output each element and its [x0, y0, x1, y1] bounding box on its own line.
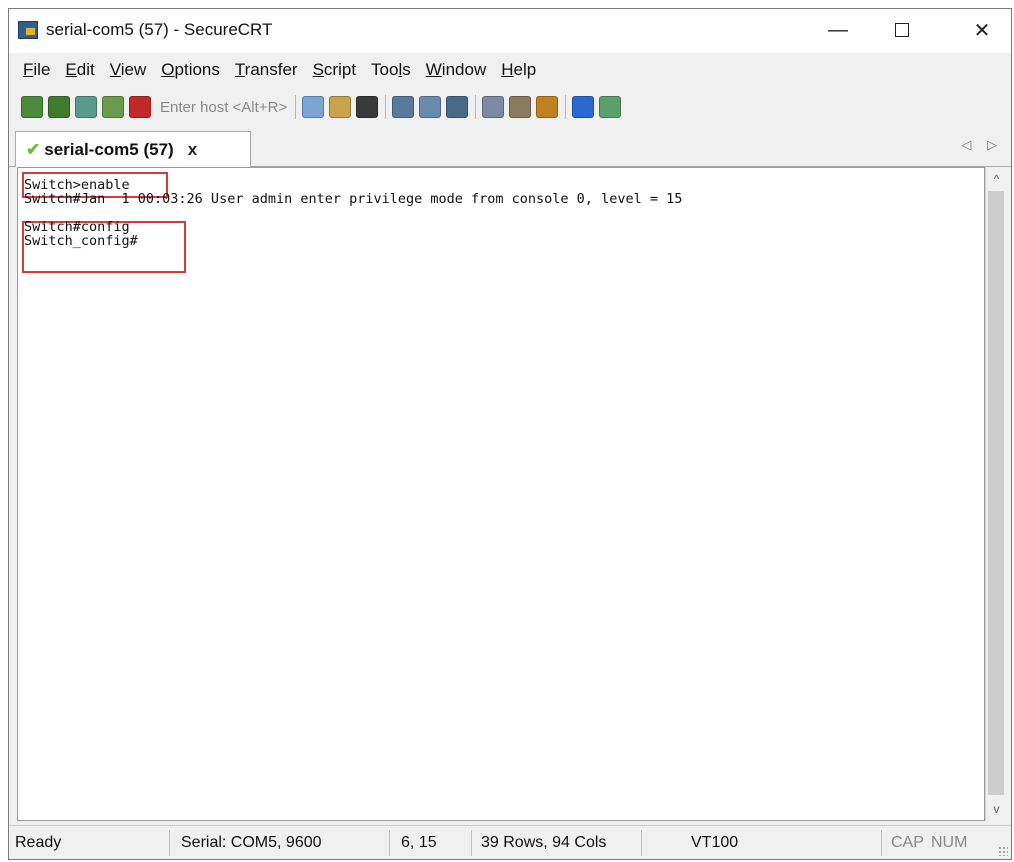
- tab-bar: ✔ serial-com5 (57) x ◁ ▷: [9, 127, 1011, 167]
- tab-label: serial-com5 (57): [44, 139, 174, 159]
- print-setup-icon[interactable]: [392, 96, 415, 118]
- maximize-icon: [895, 23, 909, 37]
- menu-bar: File Edit View Options Transfer Script Tools Wi…: [9, 53, 1011, 87]
- window-title: serial-com5 (57) - SecureCRT: [46, 20, 273, 39]
- status-num-lock: NUM: [931, 834, 968, 851]
- tab-scroll-arrows-icon[interactable]: ◁ ▷: [961, 137, 1003, 153]
- status-divider: [169, 830, 170, 856]
- scroll-down-arrow-icon[interactable]: v: [986, 799, 1007, 819]
- paste-icon[interactable]: [329, 96, 352, 118]
- connect-tab-icon[interactable]: [75, 96, 97, 118]
- print-icon[interactable]: [446, 96, 469, 118]
- maximize-button[interactable]: [879, 14, 925, 46]
- terminal-line: Switch#config: [24, 219, 130, 235]
- enter-host-input[interactable]: Enter host <Alt+R>: [160, 99, 287, 116]
- menu-view[interactable]: View: [110, 60, 147, 80]
- toolbar-separator: [295, 95, 297, 119]
- menu-help[interactable]: Help: [501, 60, 536, 80]
- terminal-area[interactable]: Switch>enable Switch#Jan 1 00:03:26 User …: [17, 167, 985, 821]
- connected-check-icon: ✔: [26, 139, 41, 159]
- menu-options[interactable]: Options: [161, 60, 220, 80]
- disconnect-icon[interactable]: [129, 96, 151, 118]
- global-options-icon[interactable]: [509, 96, 532, 118]
- status-caps-lock: CAP: [891, 834, 924, 851]
- scroll-up-arrow-icon[interactable]: ^: [986, 169, 1007, 189]
- minimize-button[interactable]: —: [815, 14, 861, 46]
- keymap-icon[interactable]: [536, 96, 559, 118]
- securecrt-window: serial-com5 (57) - SecureCRT — ✕ File Edi…: [8, 8, 1012, 860]
- menu-script[interactable]: Script: [313, 60, 356, 80]
- toolbar-separator: [475, 95, 477, 119]
- find-icon[interactable]: [356, 96, 379, 118]
- menu-transfer[interactable]: Transfer: [235, 60, 298, 80]
- menu-file[interactable]: File: [23, 60, 50, 80]
- terminal-line: Switch_config#: [24, 233, 138, 249]
- session-options-icon[interactable]: [482, 96, 505, 118]
- status-divider: [641, 830, 642, 856]
- menu-tools[interactable]: Tools: [371, 60, 411, 80]
- copy-icon[interactable]: [302, 96, 325, 118]
- tab-serial-com5[interactable]: ✔ serial-com5 (57) x: [15, 131, 251, 167]
- vertical-scrollbar[interactable]: ^ v: [985, 167, 1007, 821]
- status-emulation: VT100: [691, 834, 739, 851]
- status-cursor-position: 6, 15: [401, 834, 437, 851]
- status-terminal-size: 39 Rows, 94 Cols: [481, 834, 607, 851]
- toolbar-separator: [565, 95, 567, 119]
- status-ready: Ready: [15, 834, 62, 851]
- close-button[interactable]: ✕: [959, 14, 1005, 46]
- reconnect-icon[interactable]: [102, 96, 124, 118]
- status-divider: [389, 830, 390, 856]
- connect-icon[interactable]: [21, 96, 43, 118]
- status-divider: [881, 830, 882, 856]
- toolbar: Enter host <Alt+R>: [9, 87, 1011, 127]
- securecrt-app-icon[interactable]: [18, 21, 38, 39]
- menu-window[interactable]: Window: [426, 60, 486, 80]
- toolbar-separator: [385, 95, 387, 119]
- quick-connect-icon[interactable]: [48, 96, 70, 118]
- print-selection-icon[interactable]: [419, 96, 442, 118]
- title-bar[interactable]: serial-com5 (57) - SecureCRT — ✕: [9, 9, 1011, 53]
- status-bar: Ready Serial: COM5, 9600 6, 15 39 Rows, …: [9, 825, 1011, 859]
- terminal-line: Switch>enable: [24, 177, 130, 193]
- sftp-icon[interactable]: [599, 96, 622, 118]
- status-divider: [471, 830, 472, 856]
- resize-grip-icon[interactable]: [998, 846, 1008, 856]
- menu-edit[interactable]: Edit: [65, 60, 94, 80]
- tab-close-button[interactable]: x: [188, 140, 197, 160]
- status-serial: Serial: COM5, 9600: [181, 834, 322, 851]
- terminal-line: Switch#Jan 1 00:03:26 User admin enter p…: [24, 191, 683, 207]
- scrollbar-thumb[interactable]: [988, 191, 1004, 795]
- help-icon[interactable]: [572, 96, 595, 118]
